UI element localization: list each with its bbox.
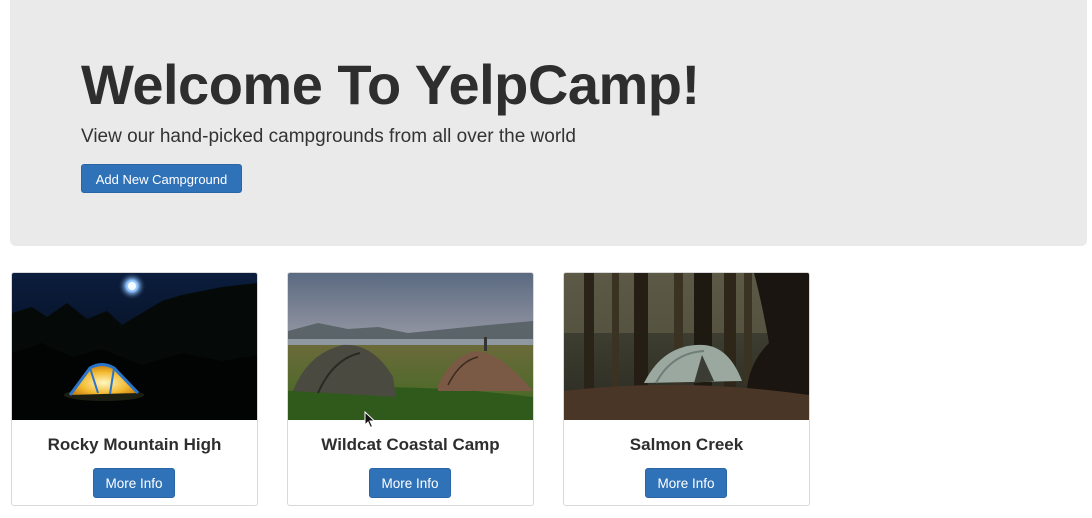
page-subtitle: View our hand-picked campgrounds from al…	[81, 126, 576, 147]
mouse-cursor-icon	[364, 411, 376, 429]
more-info-button[interactable]: More Info	[93, 468, 175, 498]
jumbotron: Welcome To YelpCamp! View our hand-picke…	[10, 0, 1087, 246]
more-info-button[interactable]: More Info	[645, 468, 727, 498]
campground-card: Rocky Mountain High More Info	[11, 272, 258, 506]
add-new-campground-button[interactable]: Add New Campground	[81, 164, 242, 193]
coastal-tents-image	[288, 273, 533, 420]
campground-name: Wildcat Coastal Camp	[321, 435, 500, 454]
campground-card: Wildcat Coastal Camp More Info	[287, 272, 534, 506]
campground-name: Salmon Creek	[629, 435, 744, 454]
night-tent-image	[12, 273, 257, 420]
campground-name: Rocky Mountain High	[47, 435, 222, 454]
campground-card: Salmon Creek More Info	[563, 272, 810, 506]
page-title: Welcome To YelpCamp!	[81, 53, 700, 116]
forest-tent-image	[564, 273, 809, 420]
more-info-button[interactable]: More Info	[369, 468, 451, 498]
